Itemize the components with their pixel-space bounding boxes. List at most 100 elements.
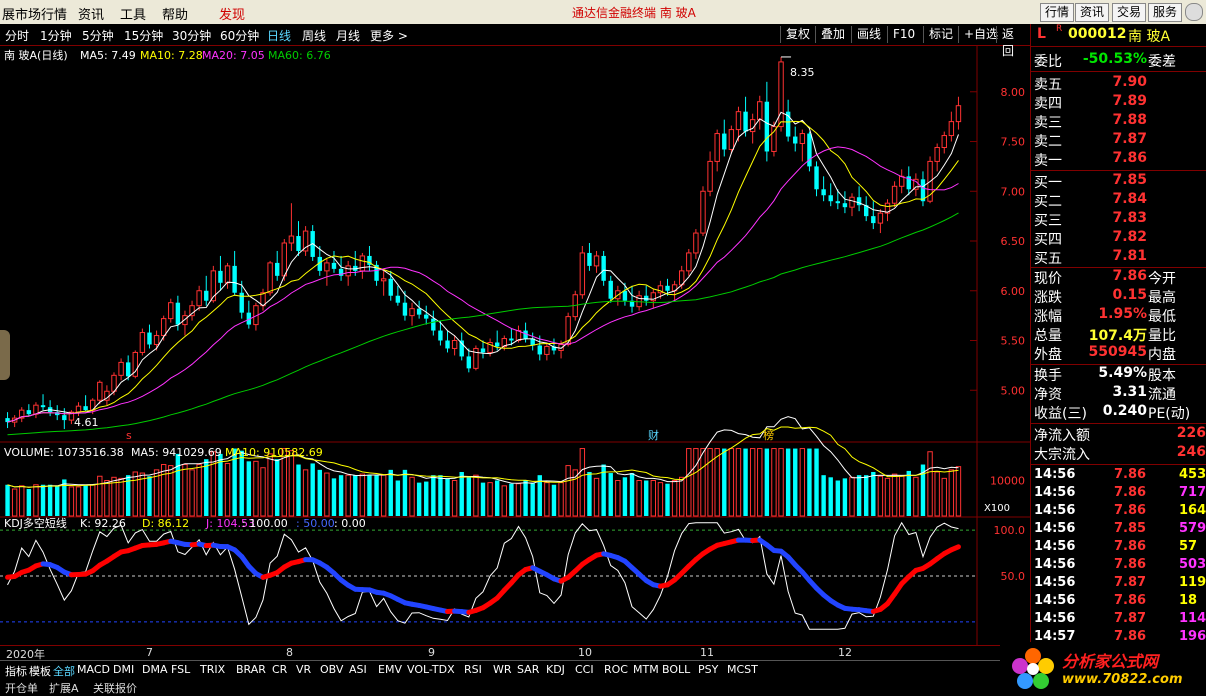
period-30min[interactable]: 30分钟 xyxy=(172,27,211,44)
indicator-tab[interactable]: DMI xyxy=(113,663,134,676)
side-collapse-handle[interactable] xyxy=(0,330,10,380)
period-fenshi[interactable]: 分时 xyxy=(5,27,29,44)
tick-price: 7.86 xyxy=(1114,557,1147,572)
mark-button[interactable]: 标记 xyxy=(923,26,958,43)
period-1min[interactable]: 1分钟 xyxy=(40,27,72,44)
menu-news[interactable]: 资讯 xyxy=(78,4,104,23)
candle-body-down xyxy=(175,302,181,325)
candle-body-down xyxy=(743,111,748,132)
indicator-tab[interactable]: WR xyxy=(493,663,512,676)
volume-bar-up xyxy=(757,448,763,517)
volume-bar-down xyxy=(338,475,344,516)
f10-button[interactable]: F10 xyxy=(887,26,920,43)
stat-label: 外盘 xyxy=(1034,347,1062,363)
menu-help[interactable]: 帮助 xyxy=(162,4,188,23)
bid-label: 买二 xyxy=(1034,194,1062,210)
volume-bar-up xyxy=(473,474,479,517)
candle-body-down xyxy=(644,295,649,301)
extra-tab[interactable]: 扩展A xyxy=(49,680,79,696)
stat-row: 现价 7.86 今开 xyxy=(1034,268,1202,287)
back-button[interactable]: 返回 xyxy=(996,26,1030,58)
trade-button[interactable]: 交易 xyxy=(1112,3,1147,22)
stat-value: 107.4万 xyxy=(1088,328,1147,344)
indicator-tab[interactable]: BOLL xyxy=(662,663,690,676)
extra-tab[interactable]: 开仓单 xyxy=(5,680,38,696)
volume-bar-up xyxy=(182,464,188,517)
indicator-tab[interactable]: OBV xyxy=(320,663,343,676)
news-button[interactable]: 资讯 xyxy=(1075,3,1110,22)
overlay-button[interactable]: 叠加 xyxy=(815,26,850,43)
indicator-tab[interactable]: VOL-TDX xyxy=(407,663,455,676)
indicator-tab[interactable]: TRIX xyxy=(200,663,225,676)
stat-label2: 今开 xyxy=(1148,271,1176,287)
indicator-tab[interactable]: PSY xyxy=(698,663,718,676)
ma10-legend: MA10: 7.28 xyxy=(140,49,203,62)
volume-bar-down xyxy=(821,475,826,516)
x-label-10: 10 xyxy=(578,646,592,659)
extra-tab[interactable]: 关联报价 xyxy=(93,680,137,696)
volume-bar-up xyxy=(884,477,891,517)
tick-price: 7.87 xyxy=(1114,575,1147,590)
fuquan-button[interactable]: 复权 xyxy=(780,26,815,43)
indicator-tab[interactable]: ASI xyxy=(349,663,367,676)
menu-discover[interactable]: 发现 xyxy=(219,4,245,23)
indicator-tab[interactable]: CCI xyxy=(575,663,594,676)
tick-volume: 579 xyxy=(1179,521,1206,536)
period-monthly[interactable]: 月线 xyxy=(336,27,360,44)
stat-label2: 最高 xyxy=(1148,290,1176,306)
indicator-tab[interactable]: VR xyxy=(296,663,311,676)
ask-row: 卖四 7.89 xyxy=(1034,93,1202,112)
stat2-label2: 流通 xyxy=(1148,387,1176,403)
indicator-tab[interactable]: 指标 xyxy=(5,663,27,679)
candle-body-down xyxy=(204,290,209,301)
stat-value: 1.95% xyxy=(1098,306,1147,322)
volume-bar-down xyxy=(55,485,60,516)
stock-code: 000012 xyxy=(1068,26,1127,42)
bid-label: 买三 xyxy=(1034,213,1062,229)
volume-bar-up xyxy=(118,477,124,517)
indicator-tab[interactable]: FSL xyxy=(171,663,190,676)
period-daily[interactable]: 日线 xyxy=(267,27,291,44)
indicator-tab[interactable]: MCST xyxy=(727,663,758,676)
ask-label: 卖一 xyxy=(1034,153,1062,169)
candle-body-down xyxy=(445,340,450,349)
period-weekly[interactable]: 周线 xyxy=(302,27,326,44)
period-60min[interactable]: 60分钟 xyxy=(220,27,259,44)
indicator-tab[interactable]: DMA xyxy=(142,663,168,676)
stat-label: 现价 xyxy=(1034,271,1062,287)
indicator-tab[interactable]: EMV xyxy=(378,663,402,676)
indicator-tab[interactable]: RSI xyxy=(464,663,482,676)
indicator-tab[interactable]: SAR xyxy=(517,663,539,676)
period-5min[interactable]: 5分钟 xyxy=(82,27,114,44)
indicator-tab[interactable]: KDJ xyxy=(546,663,565,676)
indicator-tab[interactable]: 模板 xyxy=(29,663,51,679)
bid-row: 买一 7.85 xyxy=(1034,172,1202,191)
tick-time: 14:56 xyxy=(1034,593,1076,608)
chart-area[interactable]: 5.00 5.50 6.00 6.50 7.00 7.50 8.00 10000 100.0… xyxy=(0,45,1030,645)
period-more[interactable]: 更多 > xyxy=(370,27,408,44)
indicator-tab[interactable]: 全部 xyxy=(53,663,75,679)
candle-body-down xyxy=(232,265,237,293)
period-15min[interactable]: 15分钟 xyxy=(124,27,163,44)
indicator-tab[interactable]: MTM xyxy=(633,663,659,676)
ask-label: 卖三 xyxy=(1034,115,1062,131)
volume-bar-down xyxy=(331,478,337,516)
indicator-tab[interactable]: CR xyxy=(272,663,287,676)
stat2-label: 换手 xyxy=(1034,368,1062,384)
menu-market[interactable]: 展市场行情 xyxy=(2,4,67,23)
indicator-tab[interactable]: MACD xyxy=(77,663,110,676)
ask-label: 卖四 xyxy=(1034,96,1062,112)
quote-button[interactable]: 行情 xyxy=(1040,3,1075,22)
draw-button[interactable]: 画线 xyxy=(851,26,886,43)
candle-body-down xyxy=(125,362,131,377)
x-label-12: 12 xyxy=(838,646,852,659)
menu-tools[interactable]: 工具 xyxy=(120,4,146,23)
y-tick-label: 8.00 xyxy=(1001,86,1026,99)
candle-body-up xyxy=(948,121,955,137)
window-control-icon[interactable] xyxy=(1185,3,1203,21)
candle-body-down xyxy=(764,101,770,152)
indicator-tab[interactable]: BRAR xyxy=(236,663,266,676)
indicator-tab[interactable]: ROC xyxy=(604,663,628,676)
service-button[interactable]: 服务 xyxy=(1148,3,1183,22)
volume-bar-up xyxy=(778,448,784,517)
